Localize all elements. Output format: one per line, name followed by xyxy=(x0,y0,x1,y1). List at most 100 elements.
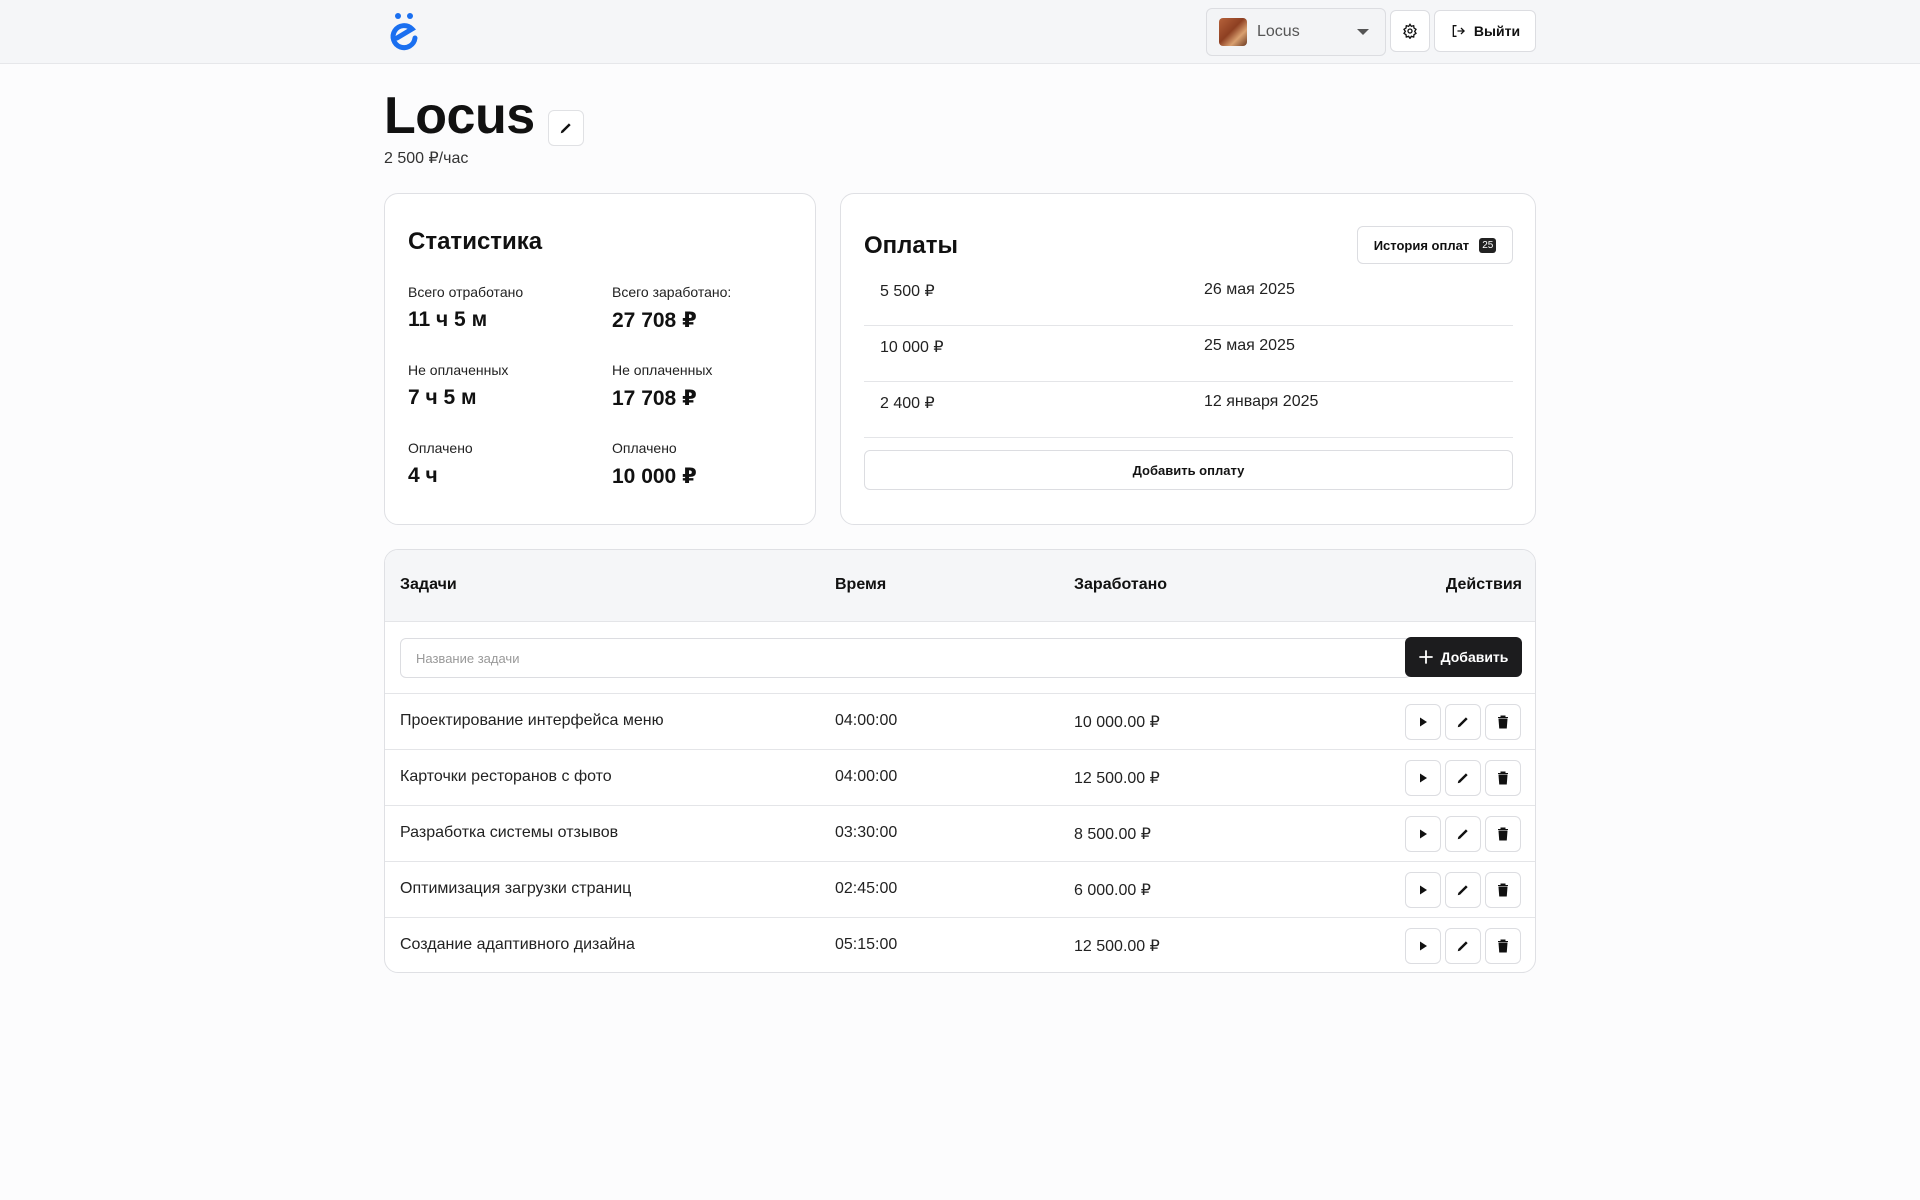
payment-row: 5 500 ₽ 26 мая 2025 xyxy=(864,270,1513,326)
table-row: Создание адаптивного дизайна 05:15:00 12… xyxy=(385,918,1535,972)
tasks-table-header: Задачи Время Заработано Действия xyxy=(385,550,1535,622)
trash-icon xyxy=(1498,715,1508,729)
payment-history-label: История оплат xyxy=(1373,237,1470,253)
play-icon xyxy=(1420,829,1427,839)
table-row: Оптимизация загрузки страниц 02:45:00 6 … xyxy=(385,862,1535,918)
task-name: Разработка системы отзывов xyxy=(400,824,619,841)
start-timer-button[interactable] xyxy=(1405,704,1441,740)
play-icon xyxy=(1420,885,1427,895)
pencil-icon xyxy=(1457,717,1468,728)
logout-icon xyxy=(1452,25,1465,37)
trash-icon xyxy=(1498,939,1508,953)
column-header-earned: Заработано xyxy=(1074,576,1168,593)
delete-task-button[interactable] xyxy=(1485,704,1521,740)
delete-task-button[interactable] xyxy=(1485,928,1521,964)
payment-date: 12 января 2025 xyxy=(1204,393,1319,410)
task-earned: 8 500.00 ₽ xyxy=(1074,826,1151,843)
play-icon xyxy=(1420,717,1427,727)
task-earned: 12 500.00 ₽ xyxy=(1074,770,1160,787)
trash-icon xyxy=(1498,883,1508,897)
chevron-down-icon xyxy=(1357,29,1369,35)
column-header-actions: Действия xyxy=(1445,576,1522,593)
statistics-title: Статистика xyxy=(408,228,543,255)
start-timer-button[interactable] xyxy=(1405,872,1441,908)
pencil-icon xyxy=(1457,941,1468,952)
edit-task-button[interactable] xyxy=(1445,704,1481,740)
tasks-table: Задачи Время Заработано Действия Добавит… xyxy=(384,549,1536,973)
payments-card: Оплаты История оплат 25 5 500 ₽ 26 мая 2… xyxy=(840,193,1536,525)
project-selector[interactable]: Locus xyxy=(1206,8,1386,56)
task-time: 04:00:00 xyxy=(835,768,898,785)
task-earned: 12 500.00 ₽ xyxy=(1074,938,1160,955)
yo-letter-logo-icon[interactable] xyxy=(388,12,420,52)
payment-history-button[interactable]: История оплат 25 xyxy=(1357,226,1513,264)
delete-task-button[interactable] xyxy=(1485,872,1521,908)
play-icon xyxy=(1420,941,1427,951)
delete-task-button[interactable] xyxy=(1485,816,1521,852)
settings-button[interactable] xyxy=(1390,10,1430,52)
stat-value-total-time: 11 ч 5 м xyxy=(408,308,488,331)
task-earned: 10 000.00 ₽ xyxy=(1074,714,1160,731)
statistics-card: Статистика Всего отработано 11 ч 5 м Все… xyxy=(384,193,816,525)
edit-task-button[interactable] xyxy=(1445,928,1481,964)
edit-task-button[interactable] xyxy=(1445,816,1481,852)
top-bar: Locus Выйти xyxy=(0,0,1920,64)
stat-value-paid-time: 4 ч xyxy=(408,464,438,487)
new-task-row: Добавить xyxy=(385,622,1535,694)
task-time: 02:45:00 xyxy=(835,880,898,897)
stat-label-total-earned: Всего заработано: xyxy=(612,284,732,300)
payment-amount: 10 000 ₽ xyxy=(880,339,944,356)
logout-button[interactable]: Выйти xyxy=(1434,10,1536,52)
payments-title: Оплаты xyxy=(864,232,959,259)
stat-label-total-time: Всего отработано xyxy=(408,284,524,300)
delete-task-button[interactable] xyxy=(1485,760,1521,796)
pencil-icon xyxy=(560,123,571,134)
plus-icon xyxy=(1418,650,1433,664)
task-name: Карточки ресторанов с фото xyxy=(400,768,612,785)
task-earned: 6 000.00 ₽ xyxy=(1074,882,1151,899)
stat-value-paid-amount: 10 000 ₽ xyxy=(612,465,697,488)
table-row: Карточки ресторанов с фото 04:00:00 12 5… xyxy=(385,750,1535,806)
payment-amount: 5 500 ₽ xyxy=(880,283,935,300)
payment-date: 25 мая 2025 xyxy=(1204,337,1295,354)
page-title: Locus xyxy=(384,87,535,145)
edit-task-button[interactable] xyxy=(1445,760,1481,796)
column-header-tasks: Задачи xyxy=(400,576,457,593)
table-row: Разработка системы отзывов 03:30:00 8 50… xyxy=(385,806,1535,862)
task-name: Создание адаптивного дизайна xyxy=(400,936,635,953)
play-icon xyxy=(1420,773,1427,783)
stat-label-paid-time: Оплачено xyxy=(408,440,473,456)
trash-icon xyxy=(1498,827,1508,841)
trash-icon xyxy=(1498,771,1508,785)
column-header-time: Время xyxy=(835,576,887,593)
start-timer-button[interactable] xyxy=(1405,816,1441,852)
pencil-icon xyxy=(1457,885,1468,896)
task-name: Проектирование интерфейса меню xyxy=(400,712,664,729)
add-task-label: Добавить xyxy=(1440,649,1509,665)
payment-date: 26 мая 2025 xyxy=(1204,281,1295,298)
stat-label-paid-amount: Оплачено xyxy=(612,440,677,456)
edit-project-button[interactable] xyxy=(548,110,584,146)
stat-value-total-earned: 27 708 ₽ xyxy=(612,309,697,332)
task-time: 04:00:00 xyxy=(835,712,898,729)
stat-value-unpaid-time: 7 ч 5 м xyxy=(408,386,477,409)
payment-history-count-badge: 25 xyxy=(1479,237,1497,253)
table-row: Проектирование интерфейса меню 04:00:00 … xyxy=(385,694,1535,750)
pencil-icon xyxy=(1457,773,1468,784)
project-avatar-icon xyxy=(1219,18,1247,46)
start-timer-button[interactable] xyxy=(1405,760,1441,796)
payment-row: 2 400 ₽ 12 января 2025 xyxy=(864,382,1513,438)
logout-label: Выйти xyxy=(1473,23,1521,39)
hourly-rate: 2 500 ₽/час xyxy=(384,150,469,167)
task-name-input[interactable] xyxy=(400,638,1411,678)
task-time: 05:15:00 xyxy=(835,936,898,953)
stat-value-unpaid-amount: 17 708 ₽ xyxy=(612,387,697,410)
edit-task-button[interactable] xyxy=(1445,872,1481,908)
stat-label-unpaid-amount: Не оплаченных xyxy=(612,362,713,378)
add-task-button[interactable]: Добавить xyxy=(1405,637,1522,677)
start-timer-button[interactable] xyxy=(1405,928,1441,964)
gear-icon xyxy=(1403,23,1417,39)
add-payment-button[interactable]: Добавить оплату xyxy=(864,450,1513,490)
payment-row: 10 000 ₽ 25 мая 2025 xyxy=(864,326,1513,382)
project-selector-value: Locus xyxy=(1257,23,1300,40)
